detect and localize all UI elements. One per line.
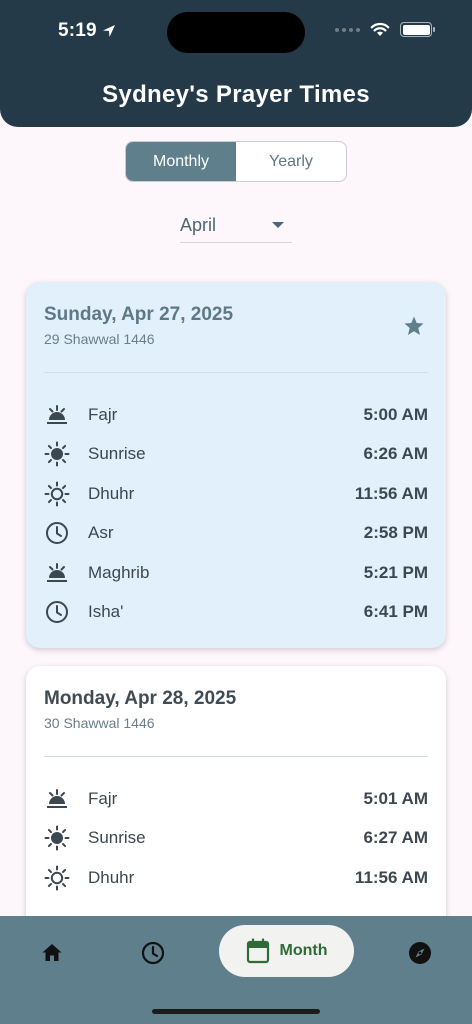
prayer-time: 2:58 PM [363,523,428,542]
sun-filled-icon [44,441,70,467]
calendar-icon [246,938,269,964]
sunrise-icon [44,786,70,812]
view-toggle: Monthly Yearly [125,141,347,182]
app-header: 5:19 Sydney's Prayer Times [0,0,472,127]
clock-icon [44,599,70,625]
bottom-navigation: Month [0,916,472,1024]
compass-icon [409,942,431,964]
prayer-name: Dhuhr [88,484,135,503]
home-icon [42,944,62,961]
tab-yearly[interactable]: Yearly [236,142,346,181]
clock-icon [141,941,165,965]
prayer-name: Isha' [88,602,124,621]
prayer-name: Sunrise [88,828,146,847]
caret-down-icon [272,222,284,228]
prayer-name: Fajr [88,789,118,808]
sun-outline-icon [44,481,70,507]
status-time: 5:19 [58,20,117,42]
home-indicator [152,1009,320,1014]
nav-qibla[interactable] [406,936,434,970]
prayer-row-maghrib: Maghrib 5:21 PM [44,558,428,588]
battery-icon [400,22,435,37]
prayer-name: Sunrise [88,444,146,463]
prayer-name: Asr [88,523,114,542]
sun-outline-icon [44,865,70,891]
star-icon[interactable] [402,314,426,338]
card-date: Sunday, Apr 27, 2025 [44,304,234,325]
prayer-time: 6:27 AM [363,828,428,847]
nav-today[interactable] [139,936,167,970]
page-title: Sydney's Prayer Times [102,81,370,108]
month-dropdown[interactable]: April [180,208,292,243]
prayer-row-fajr: Fajr 5:00 AM [44,400,428,430]
dynamic-island [167,12,305,53]
clock-icon [44,520,70,546]
prayer-row-sunrise: Sunrise 6:27 AM [44,823,428,853]
wifi-icon [370,22,390,36]
prayer-time: 5:01 AM [363,789,428,808]
card-date: Monday, Apr 28, 2025 [44,688,237,709]
card-hijri-date: 29 Shawwal 1446 [44,331,155,347]
prayer-row-dhuhr: Dhuhr 11:56 AM [44,863,428,893]
prayer-name: Fajr [88,405,118,424]
card-hijri-date: 30 Shawwal 1446 [44,715,155,731]
prayer-row-dhuhr: Dhuhr 11:56 AM [44,479,428,509]
prayer-time: 5:00 AM [363,405,428,424]
day-card-today[interactable]: Sunday, Apr 27, 2025 29 Shawwal 1446 Faj… [26,282,446,648]
prayer-time: 6:26 AM [363,444,428,463]
sun-filled-icon [44,825,70,851]
month-dropdown-value: April [180,214,217,235]
prayer-row-asr: Asr 2:58 PM [44,518,428,548]
prayer-time: 5:21 PM [363,563,428,582]
card-divider [44,756,428,757]
tab-monthly[interactable]: Monthly [126,142,236,181]
nav-home[interactable] [38,936,66,970]
prayer-time: 11:56 AM [354,868,428,887]
prayer-row-fajr: Fajr 5:01 AM [44,784,428,814]
nav-month[interactable]: Month [219,925,354,977]
prayer-time: 11:56 AM [354,484,428,503]
sunset-icon [44,560,70,586]
cellular-signal-icon [335,27,360,32]
prayer-name: Maghrib [88,563,150,582]
prayer-time: 6:41 PM [363,602,428,621]
status-icons [335,22,435,37]
prayer-row-isha: Isha' 6:41 PM [44,597,428,627]
prayer-row-sunrise: Sunrise 6:26 AM [44,439,428,469]
prayer-name: Dhuhr [88,868,135,887]
location-arrow-icon [102,25,115,37]
sunrise-icon [44,402,70,428]
card-divider [44,372,428,373]
nav-month-label: Month [279,942,328,959]
